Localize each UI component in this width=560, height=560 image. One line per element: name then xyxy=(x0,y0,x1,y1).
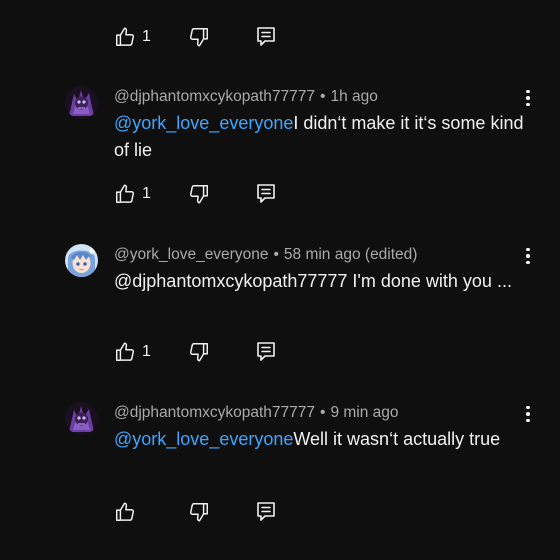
thumbs-down-icon xyxy=(188,341,210,363)
more-vertical-icon[interactable] xyxy=(518,86,538,110)
top-comment-actions: 1 xyxy=(114,25,286,49)
thumbs-up-icon xyxy=(114,341,136,363)
comment-body: @djphantomxcykopath77777 I'm done with y… xyxy=(114,271,512,291)
comment-actions xyxy=(114,500,286,524)
avatar[interactable] xyxy=(65,244,98,277)
thumbs-down-icon xyxy=(188,183,210,205)
reply-button[interactable] xyxy=(256,500,286,524)
reply-comment-icon xyxy=(256,183,276,205)
dislike-button[interactable] xyxy=(188,340,256,364)
comment-thread: 1 @djphantomxcykopath77777 • 1h ago @yor… xyxy=(0,0,560,560)
comment-text: @york_love_everyoneWell it wasn‘t actual… xyxy=(114,426,524,453)
like-button[interactable] xyxy=(114,500,188,524)
thumbs-up-icon xyxy=(114,26,136,48)
dislike-button[interactable] xyxy=(188,500,256,524)
reply-comment-icon xyxy=(256,501,276,523)
thumbs-down-icon xyxy=(188,26,210,48)
like-count: 1 xyxy=(142,28,151,45)
more-vertical-icon[interactable] xyxy=(518,402,538,426)
comment-meta: @djphantomxcykopath77777 • 1h ago xyxy=(114,88,378,106)
like-count: 1 xyxy=(142,185,151,202)
dislike-button[interactable] xyxy=(188,25,256,49)
anime-character-avatar-image xyxy=(65,244,98,277)
mention-link[interactable]: @york_love_everyone xyxy=(114,429,293,449)
author-name[interactable]: @djphantomxcykopath77777 xyxy=(114,88,315,105)
mention-link[interactable]: @york_love_everyone xyxy=(114,113,293,133)
comment-meta: @york_love_everyone • 58 min ago (edited) xyxy=(114,246,417,264)
thumbs-up-icon xyxy=(114,501,136,523)
timestamp[interactable]: 1h ago xyxy=(330,88,377,105)
comment-text: @york_love_everyoneI didn‘t make it it‘s… xyxy=(114,110,524,164)
purple-skull-avatar-image xyxy=(65,402,98,435)
author-name[interactable]: @york_love_everyone xyxy=(114,246,268,263)
comment-actions: 1 xyxy=(114,340,286,364)
comment-text: @djphantomxcykopath77777 I'm done with y… xyxy=(114,268,524,295)
thumbs-up-icon xyxy=(114,183,136,205)
comment-body: Well it wasn‘t actually true xyxy=(293,429,501,449)
reply-button[interactable] xyxy=(256,340,286,364)
timestamp[interactable]: 9 min ago xyxy=(330,404,398,421)
reply-button[interactable] xyxy=(256,25,286,49)
timestamp[interactable]: 58 min ago (edited) xyxy=(284,246,418,263)
reply-comment-icon xyxy=(256,26,276,48)
like-button[interactable]: 1 xyxy=(114,340,188,364)
avatar[interactable] xyxy=(65,402,98,435)
avatar[interactable] xyxy=(65,86,98,119)
dislike-button[interactable] xyxy=(188,182,256,206)
comment-actions: 1 xyxy=(114,182,286,206)
meta-separator: • xyxy=(320,88,326,105)
like-button[interactable]: 1 xyxy=(114,25,188,49)
comment-meta: @djphantomxcykopath77777 • 9 min ago xyxy=(114,404,399,422)
like-button[interactable]: 1 xyxy=(114,182,188,206)
purple-skull-avatar-image xyxy=(65,86,98,119)
author-name[interactable]: @djphantomxcykopath77777 xyxy=(114,404,315,421)
thumbs-down-icon xyxy=(188,501,210,523)
reply-button[interactable] xyxy=(256,182,286,206)
meta-separator: • xyxy=(320,404,326,421)
like-count: 1 xyxy=(142,343,151,360)
more-vertical-icon[interactable] xyxy=(518,244,538,268)
meta-separator: • xyxy=(273,246,279,263)
reply-comment-icon xyxy=(256,341,276,363)
